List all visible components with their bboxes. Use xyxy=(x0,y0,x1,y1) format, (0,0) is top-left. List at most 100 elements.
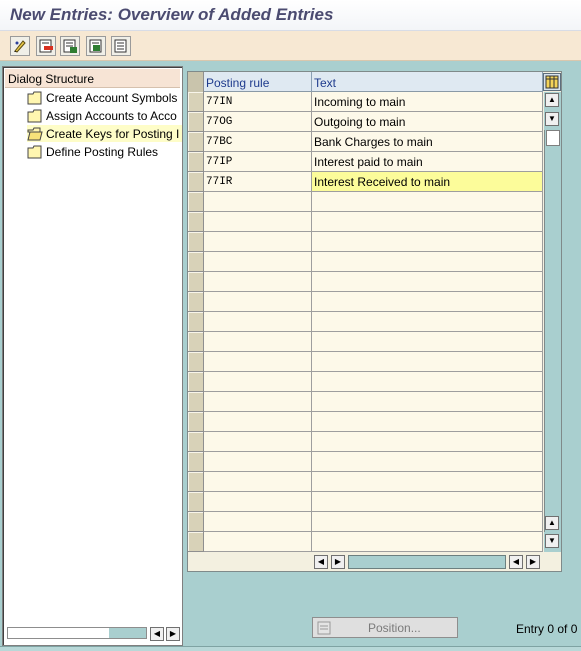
text-cell[interactable]: Bank Charges to main xyxy=(312,132,543,152)
text-cell[interactable] xyxy=(312,452,543,472)
table-row[interactable]: 77IR Interest Received to main xyxy=(188,172,543,192)
text-cell[interactable] xyxy=(312,492,543,512)
text-cell[interactable] xyxy=(312,292,543,312)
scroll-down-button[interactable]: ▼ xyxy=(545,534,559,548)
table-row[interactable] xyxy=(188,272,543,292)
row-selector[interactable] xyxy=(188,112,204,132)
select-block-button[interactable] xyxy=(86,36,106,56)
text-cell[interactable] xyxy=(312,192,543,212)
table-settings-button[interactable] xyxy=(543,73,561,91)
table-vscrollbar[interactable]: ▲ ▼ ▲ ▼ xyxy=(544,92,561,552)
tree-item-create-account-symbols[interactable]: Create Account Symbols xyxy=(27,89,182,106)
posting-rule-cell[interactable]: 77IP xyxy=(204,152,312,172)
posting-rule-cell[interactable] xyxy=(204,332,312,352)
select-all-rows-cell[interactable] xyxy=(188,72,204,92)
posting-rule-cell[interactable] xyxy=(204,252,312,272)
vscroll-track[interactable] xyxy=(544,130,561,532)
scroll-left-button[interactable]: ◀ xyxy=(314,555,328,569)
text-cell[interactable] xyxy=(312,392,543,412)
posting-rule-cell[interactable] xyxy=(204,392,312,412)
posting-rule-cell[interactable] xyxy=(204,472,312,492)
scroll-up-bottom-button[interactable]: ▲ xyxy=(545,516,559,530)
tree-item-define-posting-rules[interactable]: Define Posting Rules xyxy=(27,143,182,160)
table-row[interactable]: 77BC Bank Charges to main xyxy=(188,132,543,152)
table-row[interactable]: 77IP Interest paid to main xyxy=(188,152,543,172)
row-selector[interactable] xyxy=(188,412,204,432)
table-row[interactable] xyxy=(188,252,543,272)
posting-rule-cell[interactable] xyxy=(204,192,312,212)
posting-rule-cell[interactable]: 77OG xyxy=(204,112,312,132)
row-selector[interactable] xyxy=(188,512,204,532)
text-cell[interactable] xyxy=(312,312,543,332)
table-row[interactable] xyxy=(188,332,543,352)
row-selector[interactable] xyxy=(188,92,204,112)
text-cell[interactable] xyxy=(312,372,543,392)
table-row[interactable] xyxy=(188,212,543,232)
select-all-button[interactable] xyxy=(60,36,80,56)
dialog-structure-hscrollbar[interactable]: ◀ ▶ xyxy=(7,625,181,641)
table-row[interactable]: 77OG Outgoing to main xyxy=(188,112,543,132)
row-selector[interactable] xyxy=(188,132,204,152)
posting-rule-cell[interactable] xyxy=(204,492,312,512)
scroll-up-button[interactable]: ▲ xyxy=(545,93,559,107)
row-selector[interactable] xyxy=(188,212,204,232)
table-row[interactable] xyxy=(188,532,543,552)
text-cell[interactable] xyxy=(312,332,543,352)
posting-rule-cell[interactable]: 77BC xyxy=(204,132,312,152)
table-row[interactable] xyxy=(188,392,543,412)
posting-rule-cell[interactable] xyxy=(204,292,312,312)
text-cell[interactable] xyxy=(312,352,543,372)
text-cell[interactable] xyxy=(312,412,543,432)
column-header-text[interactable]: Text xyxy=(312,72,543,92)
posting-rule-cell[interactable] xyxy=(204,272,312,292)
row-selector[interactable] xyxy=(188,472,204,492)
table-row[interactable] xyxy=(188,512,543,532)
row-selector[interactable] xyxy=(188,332,204,352)
row-selector[interactable] xyxy=(188,432,204,452)
text-cell[interactable]: Interest paid to main xyxy=(312,152,543,172)
hscroll-track[interactable] xyxy=(348,555,506,569)
posting-rule-cell[interactable] xyxy=(204,212,312,232)
row-selector[interactable] xyxy=(188,192,204,212)
table-row[interactable] xyxy=(188,192,543,212)
text-cell[interactable] xyxy=(312,272,543,292)
hscroll-track[interactable] xyxy=(7,627,147,639)
column-header-posting-rule[interactable]: Posting rule xyxy=(204,72,312,92)
posting-rule-cell[interactable] xyxy=(204,412,312,432)
text-cell[interactable]: Outgoing to main xyxy=(312,112,543,132)
posting-rule-cell[interactable] xyxy=(204,312,312,332)
text-cell[interactable] xyxy=(312,232,543,252)
table-row[interactable] xyxy=(188,472,543,492)
posting-rule-cell[interactable] xyxy=(204,452,312,472)
row-selector[interactable] xyxy=(188,452,204,472)
row-selector[interactable] xyxy=(188,372,204,392)
table-row[interactable] xyxy=(188,452,543,472)
text-cell[interactable] xyxy=(312,252,543,272)
table-hscrollbar[interactable]: ◀ ▶ ◀ ▶ xyxy=(314,554,542,570)
text-cell[interactable]: Incoming to main xyxy=(312,92,543,112)
row-selector[interactable] xyxy=(188,492,204,512)
table-row[interactable] xyxy=(188,232,543,252)
posting-rule-cell[interactable]: 77IR xyxy=(204,172,312,192)
table-row[interactable] xyxy=(188,312,543,332)
text-cell[interactable] xyxy=(312,432,543,452)
row-selector[interactable] xyxy=(188,232,204,252)
scroll-left-end-button[interactable]: ◀ xyxy=(509,555,523,569)
scroll-right-button[interactable]: ▶ xyxy=(166,627,180,641)
deselect-all-button[interactable] xyxy=(111,36,131,56)
posting-rule-cell[interactable] xyxy=(204,372,312,392)
text-cell[interactable] xyxy=(312,532,543,552)
vscroll-thumb[interactable] xyxy=(546,130,560,146)
posting-rule-cell[interactable] xyxy=(204,352,312,372)
position-button[interactable]: Position... xyxy=(312,617,458,638)
table-row[interactable] xyxy=(188,432,543,452)
tree-item-assign-accounts[interactable]: Assign Accounts to Acco xyxy=(27,107,182,124)
posting-rule-cell[interactable] xyxy=(204,532,312,552)
row-selector[interactable] xyxy=(188,272,204,292)
delete-row-button[interactable] xyxy=(36,36,56,56)
row-selector[interactable] xyxy=(188,532,204,552)
table-row[interactable] xyxy=(188,292,543,312)
table-row[interactable] xyxy=(188,372,543,392)
text-cell[interactable] xyxy=(312,512,543,532)
row-selector[interactable] xyxy=(188,172,204,192)
